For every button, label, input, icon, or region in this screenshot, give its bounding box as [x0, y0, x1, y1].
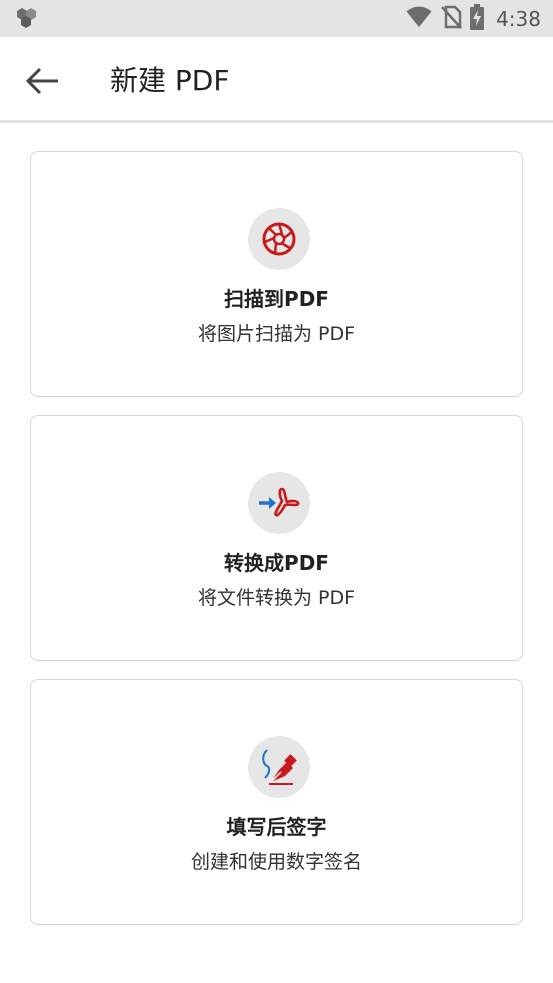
convert-to-pdf-card[interactable]: 转换成PDF 将文件转换为 PDF [30, 415, 523, 661]
pen-signature-icon [248, 736, 310, 798]
app-bar: 新建 PDF [0, 37, 553, 123]
back-button[interactable] [22, 61, 62, 101]
card-subtitle: 将文件转换为 PDF [197, 587, 356, 609]
battery-charging-icon [470, 3, 485, 34]
card-subtitle: 将图片扫描为 PDF [197, 323, 356, 345]
convert-to-pdf-icon [248, 472, 310, 534]
camera-aperture-icon [248, 208, 310, 270]
card-title: 转换成PDF [224, 551, 329, 575]
no-sim-icon [440, 5, 463, 33]
fill-and-sign-card[interactable]: 填写后签字 创建和使用数字签名 [30, 679, 523, 925]
scan-to-pdf-card[interactable]: 扫描到PDF 将图片扫描为 PDF [30, 151, 523, 397]
status-bar: 4:38 [0, 0, 553, 37]
card-subtitle: 创建和使用数字签名 [190, 851, 362, 873]
wifi-icon [406, 6, 432, 32]
status-time: 4:38 [496, 6, 541, 31]
app-notification-icon [14, 6, 40, 34]
page-title: 新建 PDF [110, 64, 230, 97]
card-title: 填写后签字 [226, 815, 327, 839]
card-title: 扫描到PDF [224, 287, 329, 311]
arrow-back-icon [25, 67, 58, 95]
